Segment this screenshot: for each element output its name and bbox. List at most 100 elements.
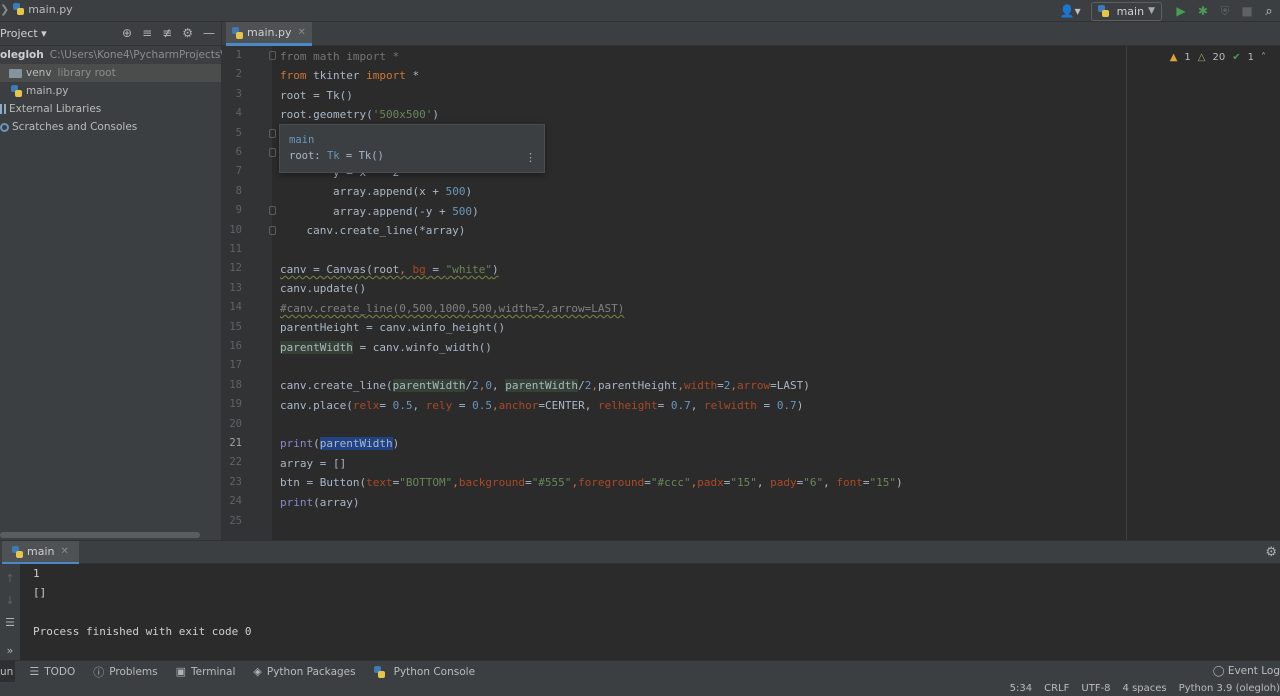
collapse-all-icon[interactable]: ≢ bbox=[162, 26, 172, 40]
code-line: canv.place(relx= 0.5, rely = 0.5,anchor=… bbox=[280, 399, 804, 412]
python-file-icon bbox=[232, 26, 243, 39]
tab-python-packages[interactable]: ◈ Python Packages bbox=[253, 665, 355, 678]
code-line: canv.create_line(*array) bbox=[280, 224, 466, 237]
tab-run[interactable]: un bbox=[0, 660, 16, 683]
chevron-up-icon[interactable]: ˄ bbox=[1261, 52, 1266, 63]
python-file-icon bbox=[11, 85, 22, 97]
code-line: btn = Button(text="BOTTOM",background="#… bbox=[280, 476, 903, 489]
breadcrumb-file[interactable]: main.py bbox=[28, 3, 72, 16]
line-number: 2 bbox=[235, 68, 242, 81]
code-editor[interactable]: 1 2 3 4 5 6 7 8 9 10 11 12 13 14 15 16 17 18 19 20 21 22 23 24 2… bbox=[222, 46, 1280, 540]
python-icon bbox=[12, 545, 23, 558]
expand-icon[interactable]: » bbox=[3, 644, 17, 657]
info-icon: ⓘ bbox=[93, 665, 105, 679]
fold-marker[interactable] bbox=[269, 51, 276, 60]
project-header: Project ▾ ⊕ ≡ ≢ ⚙ — bbox=[0, 22, 221, 46]
fold-marker[interactable] bbox=[269, 206, 276, 215]
line-number: 23 bbox=[229, 475, 242, 488]
list-icon: ☰ bbox=[29, 665, 40, 678]
line-number: 16 bbox=[229, 340, 242, 352]
line-number: 24 bbox=[229, 495, 242, 508]
arrow-down-icon[interactable]: ↓ bbox=[3, 594, 17, 607]
indent-setting[interactable]: 4 spaces bbox=[1123, 682, 1167, 696]
tab-main-py[interactable]: main.py ✕ bbox=[226, 22, 312, 46]
line-number: 20 bbox=[229, 417, 242, 430]
line-number: 19 bbox=[229, 398, 242, 411]
more-options-icon[interactable]: ⋮ bbox=[525, 151, 536, 164]
console-line: Process finished with exit code 0 bbox=[33, 625, 252, 638]
chevron-down-icon: ▼ bbox=[1148, 6, 1155, 16]
close-icon[interactable]: ✕ bbox=[297, 27, 305, 38]
typo-icon: ✔ bbox=[1232, 52, 1241, 63]
horizontal-scrollbar[interactable] bbox=[0, 532, 200, 538]
line-number: 5 bbox=[235, 126, 242, 139]
debug-icon[interactable]: ✱ bbox=[1192, 4, 1214, 18]
run-console[interactable]: ↑ ↓ ☰ » 1 [] Process finished with exit … bbox=[0, 564, 1280, 660]
line-number: 11 bbox=[229, 243, 242, 255]
tab-event-log[interactable]: ◯ Event Log bbox=[1213, 665, 1280, 677]
line-number: 6 bbox=[235, 146, 242, 158]
code-line: root.geometry('500x500') bbox=[280, 108, 439, 121]
fold-marker[interactable] bbox=[269, 129, 276, 138]
chevron-right-icon: ❯ bbox=[0, 3, 10, 16]
tree-item-project-root[interactable]: olegloh C:\Users\Kone4\PycharmProjects\o… bbox=[0, 46, 240, 64]
line-number: 7 bbox=[235, 165, 242, 178]
run-configuration-select[interactable]: main ▼ bbox=[1090, 1, 1162, 21]
breadcrumb[interactable]: ❯ main.py bbox=[0, 3, 73, 16]
python-file-icon bbox=[13, 3, 25, 15]
search-icon[interactable]: ⌕ bbox=[1258, 4, 1280, 19]
expand-all-icon[interactable]: ≡ bbox=[142, 26, 152, 40]
python-icon bbox=[1097, 5, 1109, 17]
soft-wrap-icon[interactable]: ☰ bbox=[3, 616, 17, 629]
run-config-label: main bbox=[1116, 4, 1145, 18]
code-line: array.append(x + 500) bbox=[280, 185, 473, 198]
tab-python-console[interactable]: Python Console bbox=[373, 665, 475, 678]
code-line: root = Tk() bbox=[280, 89, 353, 102]
right-margin-guide bbox=[1126, 46, 1127, 540]
run-icon[interactable]: ▶ bbox=[1170, 4, 1192, 18]
caret-position[interactable]: 5:34 bbox=[1010, 682, 1032, 696]
line-number: 9 bbox=[235, 204, 242, 217]
line-number: 25 bbox=[229, 514, 242, 527]
stop-icon[interactable]: ■ bbox=[1236, 4, 1258, 18]
line-number: 1 bbox=[235, 49, 242, 61]
close-icon[interactable]: ✕ bbox=[60, 546, 68, 557]
arrow-up-icon[interactable]: ↑ bbox=[3, 572, 17, 585]
interpreter-select[interactable]: Python 3.9 (olegloh) bbox=[1179, 682, 1280, 696]
tab-todo[interactable]: ☰ TODO bbox=[29, 665, 75, 678]
navigation-bar: ❯ main.py 👤▾ main ▼ ▶ ✱ ⛨ ■ ⌕ bbox=[0, 0, 1280, 22]
fold-marker[interactable] bbox=[269, 226, 276, 235]
line-number: 8 bbox=[235, 184, 242, 197]
tree-item-main-py[interactable]: main.py bbox=[0, 82, 221, 100]
file-encoding[interactable]: UTF-8 bbox=[1081, 682, 1110, 696]
tab-terminal[interactable]: ▣ Terminal bbox=[176, 665, 236, 678]
code-line: canv.create_line(parentWidth/2,0, parent… bbox=[280, 379, 810, 392]
tool-window-bar: un ☰ TODO ⓘ Problems ▣ Terminal ◈ Python Pac… bbox=[0, 660, 1280, 683]
weak-warning-icon: △ bbox=[1197, 52, 1206, 63]
hide-icon[interactable]: — bbox=[203, 26, 215, 40]
tab-problems[interactable]: ⓘ Problems bbox=[93, 664, 157, 680]
tree-item-scratches[interactable]: Scratches and Consoles bbox=[0, 118, 221, 136]
tab-run-main[interactable]: main ✕ bbox=[2, 541, 79, 565]
gear-icon[interactable]: ⚙ bbox=[1265, 545, 1277, 560]
line-number: 3 bbox=[235, 87, 242, 100]
console-line: 1 bbox=[33, 567, 40, 580]
coverage-icon[interactable]: ⛨ bbox=[1214, 4, 1236, 19]
inspection-widget[interactable]: ▲ 1 △ 20 ✔ 1 ˄ bbox=[1170, 52, 1266, 63]
code-line: array.append(-y + 500) bbox=[280, 205, 479, 218]
code-line: print(parentWidth) bbox=[280, 437, 400, 450]
locate-icon[interactable]: ⊕ bbox=[122, 26, 132, 40]
tree-item-external-libraries[interactable]: External Libraries bbox=[0, 100, 221, 118]
popup-signature: root: Tk = Tk() bbox=[289, 150, 384, 162]
line-separator[interactable]: CRLF bbox=[1044, 682, 1069, 696]
fold-marker[interactable] bbox=[269, 148, 276, 157]
project-view-select[interactable]: Project ▾ bbox=[0, 27, 47, 40]
user-icon[interactable]: 👤▾ bbox=[1060, 4, 1081, 18]
console-line: [] bbox=[33, 586, 47, 599]
gear-icon[interactable]: ⚙ bbox=[182, 26, 193, 40]
line-number: 13 bbox=[229, 281, 242, 294]
code-line: array = [] bbox=[280, 457, 347, 470]
code-line: from math import * bbox=[280, 50, 400, 63]
tree-item-venv[interactable]: venv library root bbox=[0, 64, 221, 82]
code-line: parentWidth = canv.winfo_width() bbox=[280, 341, 492, 354]
